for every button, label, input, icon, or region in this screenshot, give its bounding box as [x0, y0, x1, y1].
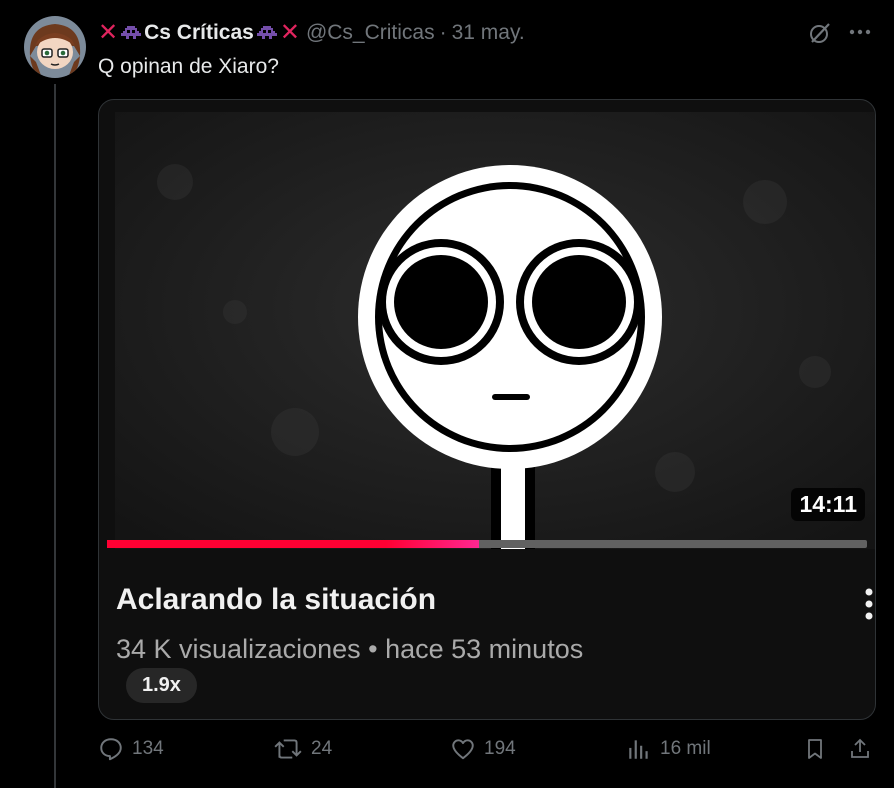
video-card[interactable]: 14:11 Aclarando la situación 34 K visual…	[98, 99, 876, 720]
thread-line	[54, 84, 56, 788]
cross-mark-icon: ✕	[279, 19, 300, 46]
alien-monster-icon	[256, 26, 277, 39]
views-button[interactable]: 16 mil	[626, 736, 711, 762]
retweet-icon	[274, 739, 302, 759]
display-name-text: Cs Críticas	[144, 21, 254, 44]
reply-icon	[100, 738, 122, 761]
separator-dot: ·	[439, 21, 447, 44]
more-icon[interactable]	[848, 22, 872, 42]
watch-progress-bar	[107, 540, 867, 548]
bookmark-icon	[808, 739, 822, 759]
avatar[interactable]	[24, 16, 86, 78]
cross-mark-icon: ✕	[98, 19, 119, 46]
share-icon	[851, 738, 869, 758]
alien-monster-icon	[121, 26, 142, 39]
playback-speed-badge: 1.9x	[126, 668, 197, 703]
display-name[interactable]: ✕ Cs Críticas ✕	[98, 21, 300, 45]
share-button[interactable]	[848, 736, 880, 762]
bookmark-button[interactable]	[803, 736, 835, 762]
tweet-header: ✕ Cs Críticas ✕ @Cs_Criticas · 31 may.	[98, 19, 525, 47]
heart-icon	[452, 739, 474, 760]
reply-count: 134	[132, 738, 164, 759]
views-icon	[629, 740, 648, 759]
video-title[interactable]: Aclarando la situación	[116, 583, 436, 617]
tweet-actions: 134 24 194 16 mil	[98, 736, 878, 770]
like-button[interactable]: 194	[450, 736, 516, 762]
tweet-date[interactable]: 31 may.	[452, 21, 525, 45]
retweet-button[interactable]: 24	[273, 736, 332, 762]
watch-progress-fill	[107, 540, 480, 548]
video-duration: 14:11	[791, 488, 865, 521]
retweet-count: 24	[311, 738, 333, 759]
video-thumbnail[interactable]: 14:11	[115, 112, 875, 549]
grok-icon[interactable]	[808, 21, 832, 45]
user-handle[interactable]: @Cs_Criticas	[306, 21, 435, 45]
video-meta: 34 K visualizaciones • hace 53 minutos	[116, 634, 584, 664]
tweet-text: Q opinan de Xiaro?	[98, 55, 279, 78]
view-count: 16 mil	[660, 738, 711, 759]
reply-button[interactable]: 134	[98, 736, 164, 762]
video-options-icon[interactable]	[863, 586, 875, 622]
like-count: 194	[484, 738, 516, 759]
